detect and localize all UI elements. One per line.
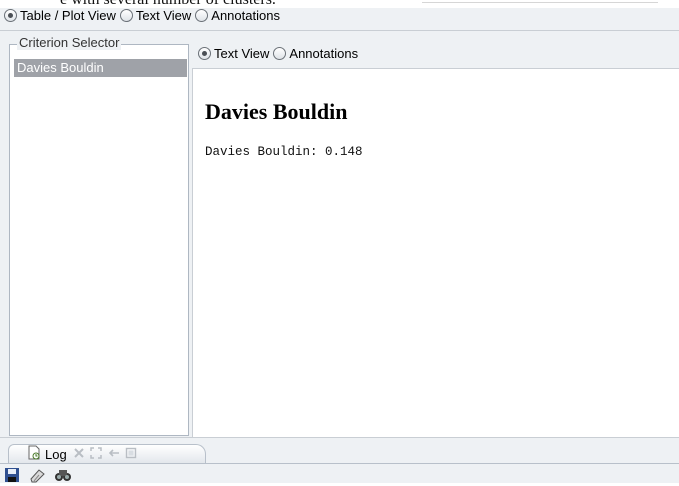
criterion-selector-title: Criterion Selector [17, 35, 122, 50]
radio-selected-icon[interactable] [4, 9, 17, 22]
view-mode-annotations[interactable]: Annotations [195, 8, 280, 23]
criterion-selector-list [9, 44, 189, 436]
clear-icon[interactable] [28, 467, 46, 486]
log-icon [27, 445, 41, 463]
inner-view-mode-label: Text View [214, 46, 270, 61]
result-pane [192, 38, 679, 438]
log-toolbar [4, 467, 80, 486]
view-mode-text[interactable]: Text View [119, 8, 192, 23]
search-icon[interactable] [54, 467, 72, 486]
save-icon[interactable] [4, 467, 20, 486]
radio-selected-icon[interactable] [198, 47, 211, 60]
inner-view-mode-annotations[interactable]: Annotations [273, 46, 358, 61]
view-mode-label: Annotations [211, 8, 280, 23]
document-fragment-text: e with several number of clusters. [60, 0, 276, 8]
restore-icon[interactable] [125, 447, 137, 462]
inner-view-mode-text[interactable]: Text View [198, 46, 269, 61]
radio-unselected-icon[interactable] [195, 9, 209, 22]
inner-view-mode-label: Annotations [289, 46, 359, 61]
maximize-icon[interactable] [89, 446, 102, 462]
result-heading: Davies Bouldin [205, 99, 348, 124]
result-metric-line: Davies Bouldin: 0.148 [205, 145, 363, 159]
view-mode-label: Table / Plot View [20, 8, 116, 23]
log-tab[interactable]: Log [8, 444, 206, 463]
close-icon[interactable] [73, 447, 85, 462]
log-tab-label: Log [45, 446, 67, 462]
view-mode-table-plot[interactable]: Table / Plot View [4, 8, 116, 23]
document-fragment: e with several number of clusters. [0, 0, 679, 8]
divider [0, 463, 679, 464]
view-mode-label: Text View [135, 8, 192, 23]
dock-icon[interactable] [107, 447, 120, 462]
divider [0, 437, 679, 438]
inner-view-mode-group: Text View Annotations [198, 46, 362, 61]
radio-unselected-icon[interactable] [273, 47, 287, 60]
criterion-item-davies-bouldin[interactable]: Davies Bouldin [14, 59, 187, 77]
document-divider [422, 2, 658, 6]
divider [0, 30, 679, 31]
radio-unselected-icon[interactable] [119, 9, 133, 22]
view-mode-group: Table / Plot View Text View Annotations [4, 8, 284, 23]
